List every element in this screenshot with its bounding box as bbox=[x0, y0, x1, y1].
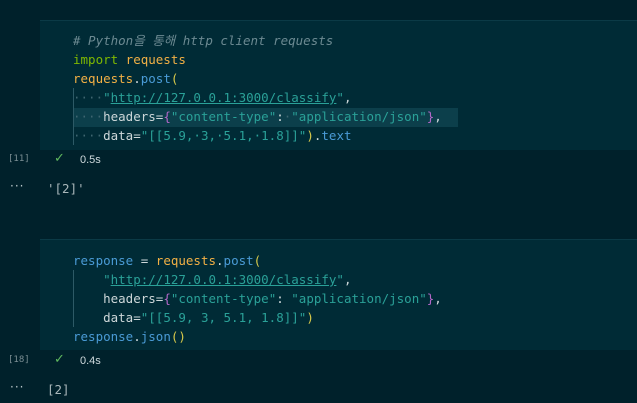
code-token: { bbox=[163, 291, 171, 306]
code-token: response bbox=[73, 329, 134, 344]
code-token: " bbox=[103, 272, 111, 287]
code-token: headers bbox=[103, 291, 156, 306]
code-token: : bbox=[276, 291, 292, 306]
code-token: ) bbox=[178, 329, 186, 344]
execution-time: 0.4s bbox=[80, 355, 101, 367]
code-token: . bbox=[133, 329, 141, 344]
code-token: post bbox=[223, 253, 254, 268]
output-text: [2] bbox=[47, 382, 70, 397]
code-token: http://127.0.0.1:3000/classify bbox=[110, 272, 337, 287]
execution-count: [18] bbox=[8, 355, 30, 365]
success-check-icon: ✓ bbox=[54, 352, 65, 367]
code-line: response.json() bbox=[73, 327, 442, 346]
code-token: data bbox=[103, 310, 134, 325]
code-token: = bbox=[133, 310, 141, 325]
code-token: response bbox=[73, 253, 134, 268]
code-line: data="[[5.9, 3, 5.1, 1.8]]") bbox=[73, 308, 442, 327]
cell-output: ··· [2] bbox=[0, 373, 637, 403]
code-token: "content-type" bbox=[170, 291, 277, 306]
code-line: headers={"content-type": "application/js… bbox=[73, 289, 442, 308]
notebook-cell-2[interactable]: response = requests.post( "http://127.0.… bbox=[0, 0, 637, 403]
code-token: "application/json" bbox=[291, 291, 427, 306]
code-token: , bbox=[343, 272, 352, 287]
output-more-icon[interactable]: ··· bbox=[10, 380, 24, 394]
code-line: response = requests.post( bbox=[73, 251, 442, 270]
code-token: requests bbox=[155, 253, 217, 268]
code-token: ) bbox=[306, 310, 314, 325]
code-lines: response = requests.post( "http://127.0.… bbox=[73, 251, 442, 346]
code-token: = bbox=[133, 253, 156, 268]
code-line: "http://127.0.0.1:3000/classify", bbox=[73, 270, 442, 289]
code-token: " bbox=[336, 272, 344, 287]
code-token: , bbox=[434, 291, 442, 306]
code-token: ( bbox=[253, 253, 262, 268]
code-token: . bbox=[216, 253, 224, 268]
code-token: "[[5.9, 3, 5.1, 1.8]]" bbox=[140, 310, 307, 325]
code-token: json bbox=[140, 329, 171, 344]
